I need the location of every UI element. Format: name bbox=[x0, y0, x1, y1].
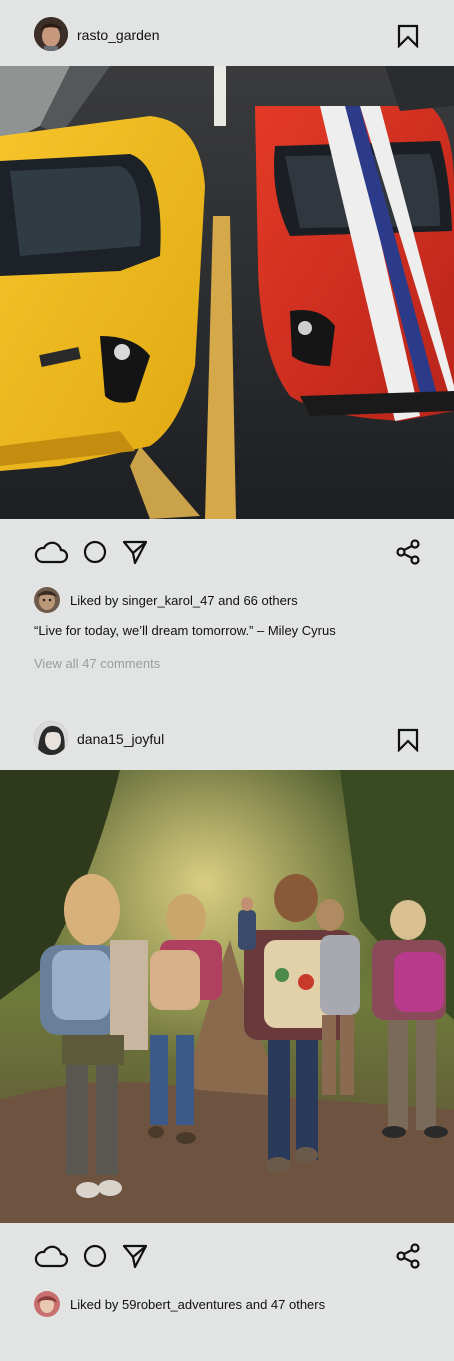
post-caption: “Live for today, we’ll dream tomorrow.” … bbox=[34, 623, 336, 638]
profile-avatar[interactable] bbox=[34, 17, 68, 51]
username[interactable]: rasto_garden bbox=[77, 26, 160, 44]
profile-avatar[interactable] bbox=[34, 721, 68, 755]
post-photo[interactable] bbox=[0, 770, 454, 1223]
send-icon[interactable] bbox=[121, 1243, 149, 1269]
bookmark-icon[interactable] bbox=[396, 728, 420, 753]
post-photo[interactable] bbox=[0, 66, 454, 519]
bookmark-icon[interactable] bbox=[396, 24, 420, 49]
share-icon[interactable] bbox=[395, 1243, 421, 1269]
feed: rasto_garden Liked by singer_karol_47 an… bbox=[0, 0, 454, 1361]
comment-icon[interactable] bbox=[83, 540, 107, 564]
likes-text: Liked by 59robert_adventures and 47 othe… bbox=[70, 1297, 326, 1312]
likes-row: Liked by singer_karol_47 and 66 others bbox=[0, 585, 454, 615]
liker-avatar[interactable] bbox=[34, 587, 60, 613]
post-actions bbox=[0, 1223, 454, 1289]
send-icon[interactable] bbox=[121, 539, 149, 565]
cloud-icon[interactable] bbox=[33, 539, 69, 565]
share-icon[interactable] bbox=[395, 539, 421, 565]
liker-avatar[interactable] bbox=[34, 1291, 60, 1317]
comment-icon[interactable] bbox=[83, 1244, 107, 1268]
likes-text: Liked by singer_karol_47 and 66 others bbox=[70, 593, 298, 608]
post-header: dana15_joyful bbox=[0, 704, 454, 770]
post-actions bbox=[0, 519, 454, 585]
cloud-icon[interactable] bbox=[33, 1243, 69, 1269]
view-comments-link[interactable]: View all 47 comments bbox=[34, 656, 160, 672]
username[interactable]: dana15_joyful bbox=[77, 730, 164, 748]
post-header: rasto_garden bbox=[0, 0, 454, 66]
likes-row: Liked by 59robert_adventures and 47 othe… bbox=[0, 1289, 454, 1319]
